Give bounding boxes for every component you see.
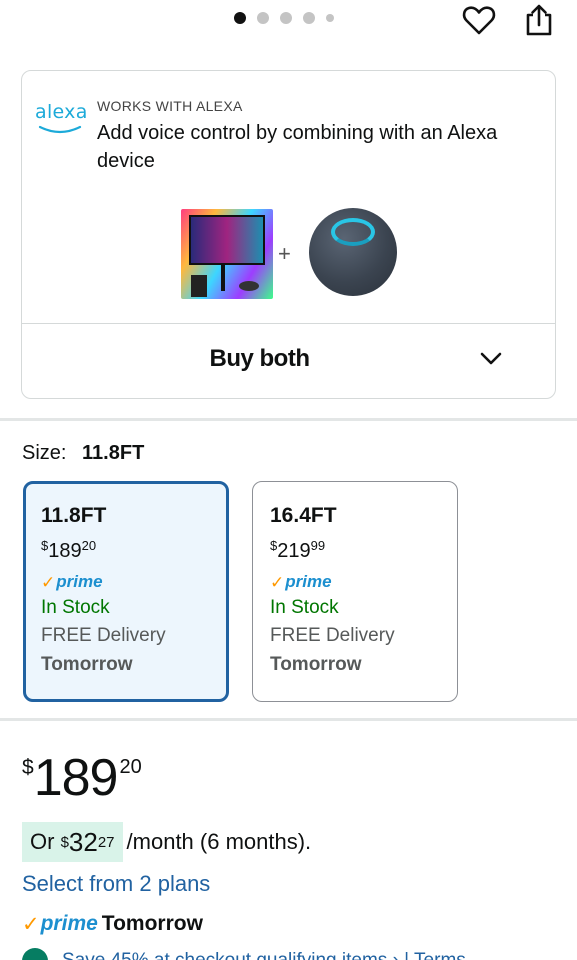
heart-icon[interactable] (462, 4, 496, 36)
option-price: $21999 (270, 538, 326, 562)
option-price: $18920 (41, 538, 97, 562)
prime-check-icon: ✓ (22, 913, 40, 936)
main-price: $ 189 20 (22, 749, 142, 807)
carousel-dot[interactable] (280, 12, 292, 24)
stock-status: In Stock (41, 597, 110, 618)
echo-light-ring (331, 218, 375, 246)
buy-both-button[interactable]: Buy both (22, 345, 497, 373)
select-plans-link[interactable]: Select from 2 plans (22, 871, 210, 897)
prime-check-icon: ✓ (41, 573, 56, 592)
prime-check-icon: ✓ (270, 573, 285, 592)
delivery-when: Tomorrow (41, 654, 133, 675)
stock-status: In Stock (270, 597, 339, 618)
prime-delivery-line: ✓ prime Tomorrow (22, 911, 203, 937)
monthly-price-chip: Or $32 27 (22, 822, 123, 862)
delivery-text: FREE Delivery (270, 625, 395, 646)
prime-badge: ✓ prime (41, 572, 103, 592)
size-option-11-8ft[interactable]: 11.8FT $18920 ✓ prime In Stock FREE Deli… (23, 481, 229, 702)
option-name: 11.8FT (41, 504, 107, 527)
carousel-dot[interactable] (303, 12, 315, 24)
check-circle-icon (22, 948, 48, 960)
alexa-logo: alexa (35, 101, 88, 137)
monthly-terms: /month (6 months). (126, 829, 312, 854)
alexa-kicker: WORKS WITH ALEXA (97, 98, 243, 114)
prime-badge: ✓ prime (270, 572, 332, 592)
promo-text[interactable]: Save 45% at checkout qualifying items › … (62, 950, 466, 960)
carousel-dot[interactable] (326, 14, 334, 22)
delivery-when: Tomorrow (270, 654, 362, 675)
size-label: Size: (22, 442, 67, 464)
size-selected-value: 11.8FT (82, 442, 145, 464)
top-bar (0, 0, 577, 50)
alexa-logo-text: alexa (35, 101, 88, 123)
works-with-alexa-card: alexa WORKS WITH ALEXA Add voice control… (21, 70, 556, 399)
section-divider (0, 418, 577, 421)
size-option-16-4ft[interactable]: 16.4FT $21999 ✓ prime In Stock FREE Deli… (252, 481, 458, 702)
share-icon[interactable] (524, 3, 554, 37)
alexa-description: Add voice control by combining with an A… (97, 122, 498, 172)
section-divider (0, 718, 577, 721)
promo-row[interactable]: Save 45% at checkout qualifying items › … (22, 948, 466, 960)
monthly-payment-line: Or $32 27 /month (6 months). (22, 822, 311, 862)
alexa-smile-icon (38, 125, 82, 134)
chevron-down-icon[interactable] (479, 351, 503, 367)
size-selection-line: Size: 11.8FT (22, 442, 144, 465)
plus-sign: + (278, 241, 291, 266)
image-carousel-indicator[interactable] (234, 12, 334, 24)
divider (22, 323, 555, 324)
light-strip-product-image[interactable] (181, 209, 273, 299)
option-name: 16.4FT (270, 504, 337, 527)
delivery-text: FREE Delivery (41, 625, 166, 646)
carousel-dot[interactable] (257, 12, 269, 24)
carousel-dot[interactable] (234, 12, 246, 24)
